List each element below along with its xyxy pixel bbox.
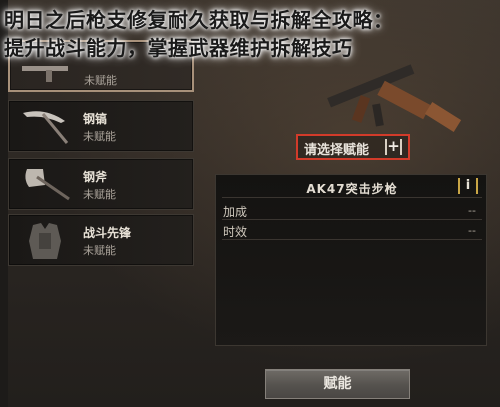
- weapon-info-panel: AK47突击步枪 i 加成 -- 时效 --: [215, 174, 487, 346]
- equipment-item-status: 未赋能: [84, 74, 117, 87]
- equipment-item-name: 钢镐: [83, 112, 108, 126]
- equipment-item-name: 钢斧: [83, 170, 108, 184]
- article-headline: 明日之后枪支修复耐久获取与拆解全攻略： 提升战斗能力，掌握武器维护拆解技巧: [4, 6, 496, 62]
- weapon-name: AK47突击步枪: [306, 182, 398, 196]
- info-icon[interactable]: i: [458, 178, 478, 194]
- stat-value-duration: --: [468, 224, 476, 237]
- armor-vest-icon: [29, 223, 61, 259]
- pickaxe-icon: [23, 111, 69, 144]
- divider: [222, 239, 482, 240]
- equipment-item-status: 未赋能: [83, 244, 116, 257]
- divider: [222, 219, 482, 220]
- headline-line-2: 提升战斗能力，掌握武器维护拆解技巧: [4, 36, 353, 60]
- equipment-item-status: 未赋能: [83, 188, 116, 201]
- equipment-item-armor[interactable]: 战斗先锋 未赋能: [8, 214, 194, 266]
- stat-value-bonus: --: [468, 204, 476, 217]
- select-talent-label: 请选择赋能: [304, 143, 370, 158]
- headline-line-1: 明日之后枪支修复耐久获取与拆解全攻略：: [4, 8, 394, 32]
- plus-icon: +: [385, 139, 402, 155]
- equipment-item-axe[interactable]: 钢斧 未赋能: [8, 158, 194, 210]
- empower-button[interactable]: 赋能: [265, 369, 410, 399]
- ak47-rifle-icon: [327, 64, 462, 132]
- stat-label-bonus: 加成: [223, 205, 248, 219]
- axe-icon: [25, 169, 70, 201]
- equipment-item-pickaxe[interactable]: 钢镐 未赋能: [8, 100, 194, 152]
- equipment-item-status: 未赋能: [83, 130, 116, 143]
- select-talent-button[interactable]: 请选择赋能 +: [296, 134, 410, 160]
- divider: [222, 197, 482, 198]
- stat-label-duration: 时效: [223, 225, 248, 239]
- equipment-item-name: 战斗先锋: [83, 226, 132, 240]
